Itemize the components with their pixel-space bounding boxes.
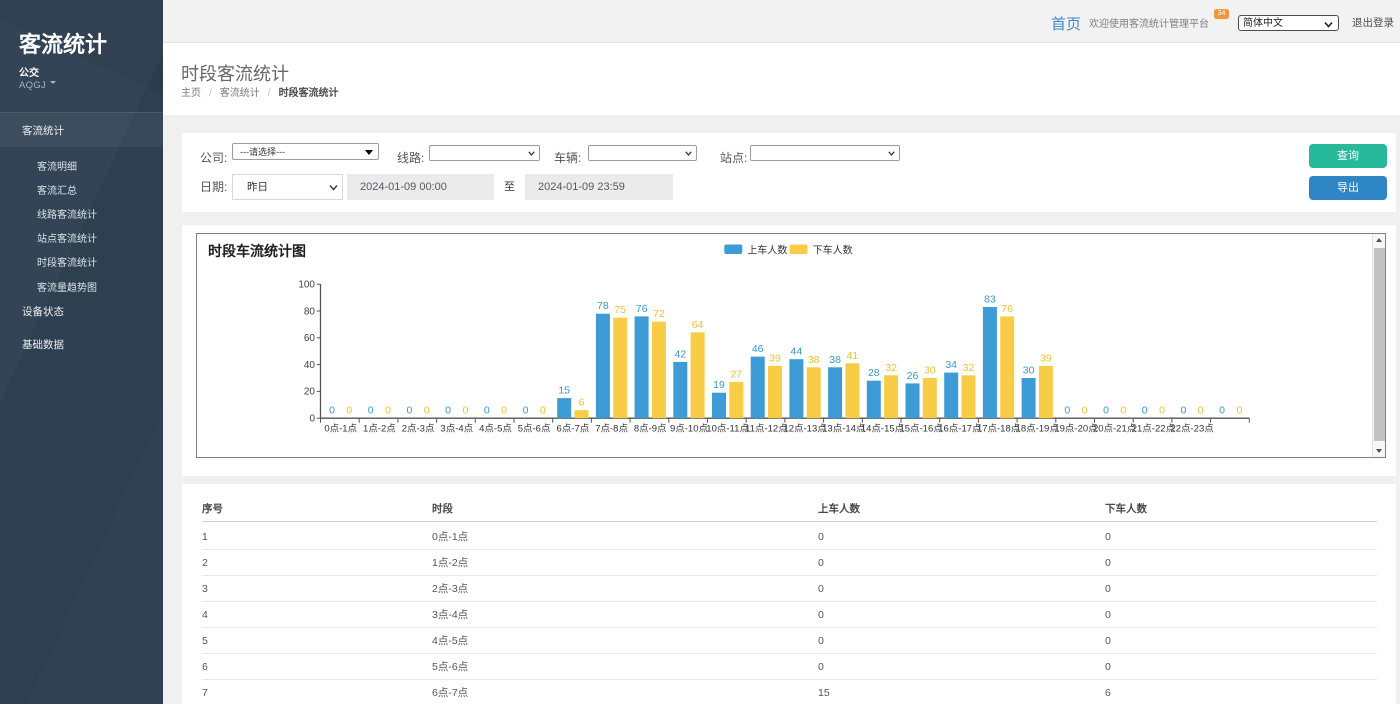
svg-text:21点-22点: 21点-22点 [1132,423,1176,434]
svg-text:0: 0 [424,405,430,417]
svg-text:27: 27 [730,369,742,381]
svg-text:0: 0 [309,414,315,425]
svg-text:下车人数: 下车人数 [813,244,853,257]
svg-text:3点-4点: 3点-4点 [440,423,473,434]
svg-text:19点-20点: 19点-20点 [1054,423,1098,434]
svg-text:7点-8点: 7点-8点 [595,423,628,434]
svg-text:42: 42 [674,348,686,360]
svg-text:6: 6 [579,397,585,409]
svg-text:9点-10点: 9点-10点 [670,423,709,434]
svg-text:6点-7点: 6点-7点 [557,423,590,434]
svg-text:0: 0 [406,405,412,417]
svg-text:78: 78 [597,300,609,312]
svg-text:18点-19点: 18点-19点 [1016,423,1060,434]
svg-text:0点-1点: 0点-1点 [324,423,357,434]
svg-text:0: 0 [1159,405,1165,417]
svg-text:34: 34 [945,359,957,371]
svg-text:11点-12点: 11点-12点 [745,423,788,434]
svg-text:12点-13点: 12点-13点 [783,423,827,434]
svg-text:0: 0 [1103,405,1109,417]
svg-text:10点-11点: 10点-11点 [706,423,749,434]
svg-text:1点-2点: 1点-2点 [363,423,396,434]
svg-text:46: 46 [752,343,764,355]
svg-text:0: 0 [484,405,490,417]
svg-text:100: 100 [298,280,315,291]
svg-text:28: 28 [868,367,880,379]
svg-text:19: 19 [713,379,725,391]
svg-text:75: 75 [614,304,626,316]
svg-text:39: 39 [769,352,781,364]
svg-text:20: 20 [304,387,316,398]
svg-text:22点-23点: 22点-23点 [1170,423,1214,434]
svg-text:64: 64 [692,319,704,331]
svg-text:0: 0 [1120,405,1126,417]
svg-text:0: 0 [445,405,451,417]
svg-text:2点-3点: 2点-3点 [402,423,435,434]
svg-text:76: 76 [1001,303,1013,315]
svg-text:0: 0 [385,405,391,417]
svg-text:0: 0 [523,405,529,417]
svg-text:4点-5点: 4点-5点 [479,423,512,434]
svg-text:上车人数: 上车人数 [747,244,787,257]
svg-text:40: 40 [304,360,316,371]
svg-text:80: 80 [304,306,316,317]
svg-text:72: 72 [653,308,665,320]
svg-text:20点-21点: 20点-21点 [1093,423,1137,434]
svg-text:83: 83 [984,294,996,306]
svg-text:时段车流统计图: 时段车流统计图 [208,243,306,259]
svg-text:41: 41 [847,350,859,362]
svg-text:0: 0 [346,405,352,417]
svg-text:16点-17点: 16点-17点 [938,423,982,434]
svg-text:15点-16点: 15点-16点 [899,423,943,434]
svg-text:13点-14点: 13点-14点 [822,423,866,434]
svg-text:0: 0 [462,405,468,417]
svg-text:0: 0 [540,405,546,417]
svg-text:38: 38 [808,354,820,366]
svg-text:32: 32 [885,362,897,374]
svg-text:17点-18点: 17点-18点 [977,423,1021,434]
svg-text:0: 0 [1219,405,1225,417]
svg-text:26: 26 [907,370,919,382]
svg-text:44: 44 [791,346,803,358]
svg-text:0: 0 [329,405,335,417]
svg-text:38: 38 [829,354,841,366]
svg-text:14点-15点: 14点-15点 [861,423,905,434]
svg-text:0: 0 [1064,405,1070,417]
svg-text:39: 39 [1040,352,1052,364]
svg-text:0: 0 [1082,405,1088,417]
svg-text:30: 30 [1023,365,1035,377]
svg-text:0: 0 [1142,405,1148,417]
svg-text:8点-9点: 8点-9点 [634,423,667,434]
svg-text:30: 30 [924,365,936,377]
svg-text:32: 32 [963,362,975,374]
svg-text:0: 0 [1180,405,1186,417]
svg-text:0: 0 [1236,405,1242,417]
svg-text:5点-6点: 5点-6点 [518,423,551,434]
svg-text:0: 0 [501,405,507,417]
svg-text:0: 0 [368,405,374,417]
svg-text:60: 60 [304,333,316,344]
svg-text:0: 0 [1198,405,1204,417]
svg-text:76: 76 [636,303,648,315]
svg-text:15: 15 [558,385,570,397]
